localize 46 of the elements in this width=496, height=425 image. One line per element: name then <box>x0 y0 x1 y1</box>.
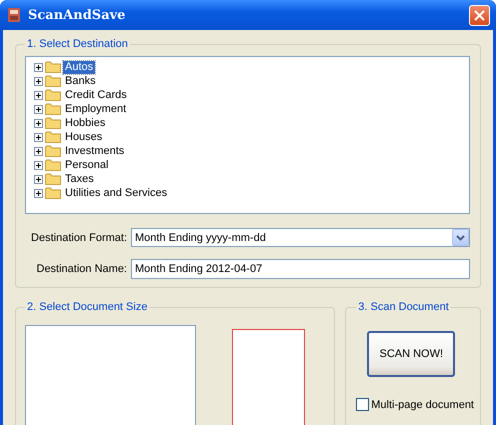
size-list[interactable] <box>25 325 196 425</box>
field-label: Destination Name: <box>36 263 127 275</box>
expand-icon[interactable] <box>34 132 43 142</box>
expand-icon[interactable] <box>34 188 43 198</box>
tree-item[interactable]: Personal <box>63 158 110 172</box>
tree-item[interactable]: Utilities and Services <box>63 186 170 200</box>
chevron-icon <box>456 234 465 240</box>
expand-icon[interactable] <box>34 104 43 114</box>
expand-icon[interactable] <box>34 118 43 128</box>
folder-icon <box>45 187 61 199</box>
tree-item[interactable]: Banks <box>63 74 98 88</box>
expand-icon[interactable] <box>34 76 43 86</box>
tree-item[interactable]: Employment <box>63 102 128 116</box>
tree-item[interactable]: Houses <box>63 130 104 144</box>
folder-icon <box>45 173 61 185</box>
checkbox-label[interactable]: Multi-page document <box>371 398 474 410</box>
expand-icon[interactable] <box>34 160 43 170</box>
scan-button[interactable]: SCAN NOW! <box>367 331 456 377</box>
expand-icon[interactable] <box>34 62 43 72</box>
expand-icon[interactable] <box>34 174 43 184</box>
checkbox[interactable] <box>356 398 370 411</box>
tree-item[interactable]: Taxes <box>63 172 96 186</box>
close-button[interactable] <box>469 4 490 26</box>
folder-icon <box>45 159 61 171</box>
folder-icon <box>45 117 61 129</box>
tree-item[interactable]: Hobbies <box>63 116 108 130</box>
tree-item[interactable]: Credit Cards <box>63 88 129 102</box>
folder-icon <box>45 131 61 143</box>
group-title: 1. Select Destination <box>26 38 129 50</box>
group-title: 2. Select Document Size <box>26 301 148 313</box>
field-label: Destination Format: <box>30 232 127 244</box>
window-title: ScanAndSave <box>28 8 126 22</box>
app-icon <box>6 7 22 23</box>
format-dropdown[interactable]: Month Ending yyyy-mm-dd <box>131 228 470 247</box>
folder-icon <box>45 89 61 101</box>
expand-icon[interactable] <box>34 146 43 156</box>
expand-icon[interactable] <box>34 90 43 100</box>
close-icon <box>474 10 485 20</box>
folder-icon <box>45 61 61 73</box>
tree-item[interactable]: Autos <box>63 60 96 74</box>
folder-icon <box>45 75 61 87</box>
folder-icon <box>45 103 61 115</box>
folder-icon <box>45 145 61 157</box>
group-title: 3. Scan Document <box>357 301 450 313</box>
tree-item[interactable]: Investments <box>63 144 126 158</box>
name-field[interactable]: Month Ending 2012-04-07 <box>131 259 470 279</box>
